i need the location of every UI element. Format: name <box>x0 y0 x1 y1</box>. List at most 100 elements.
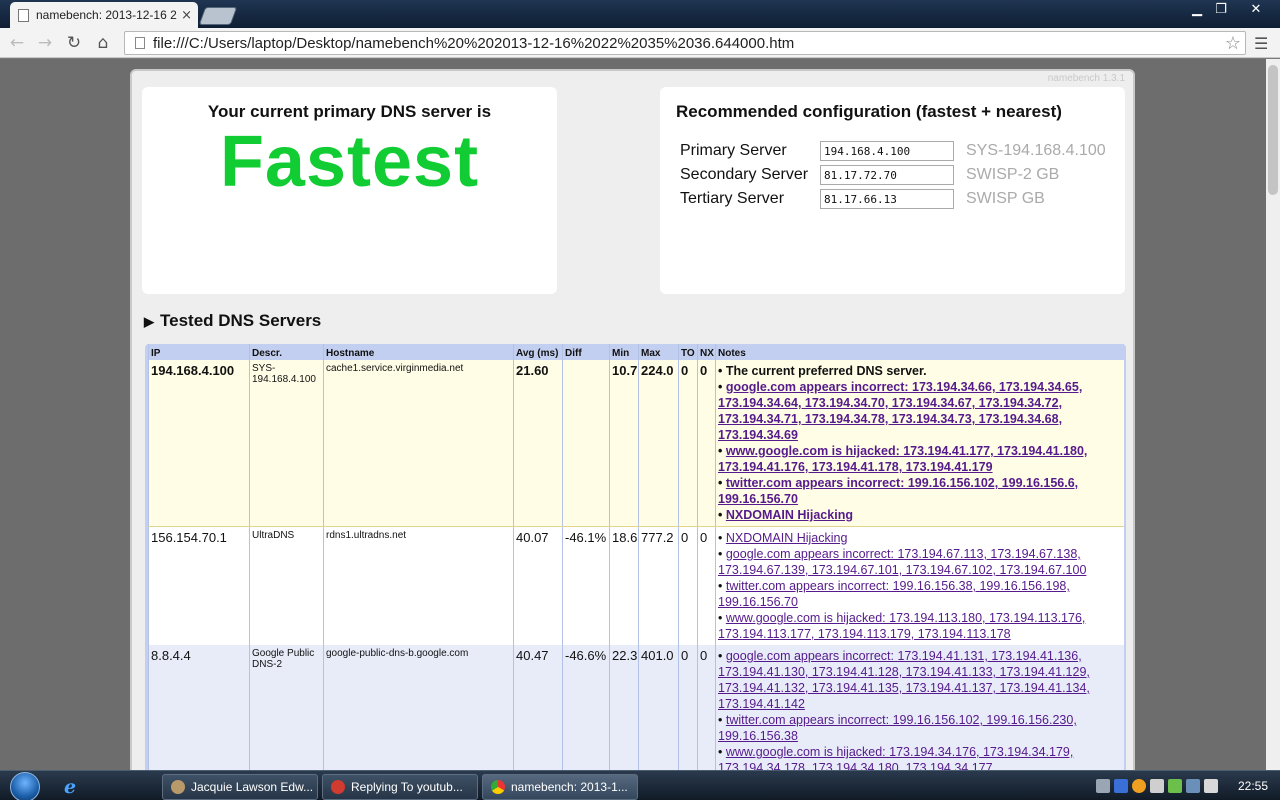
tested-servers-title: Tested DNS Servers <box>160 311 322 330</box>
url-text[interactable]: file:///C:/Users/laptop/Desktop/namebenc… <box>153 35 1225 52</box>
back-arrow-icon[interactable]: ← <box>6 32 28 54</box>
note-link[interactable]: NXDOMAIN Hijacking <box>726 508 853 522</box>
taskbar-item-namebench[interactable]: namebench: 2013-1... <box>482 774 638 800</box>
new-tab-button[interactable] <box>198 7 238 25</box>
cell-hostname: cache1.service.virginmedia.net <box>323 360 514 527</box>
windows-taskbar: e Jacquie Lawson Edw... Replying To yout… <box>0 770 1280 800</box>
header-diff: Diff <box>562 344 610 360</box>
cell-ip: 156.154.70.1 <box>148 526 250 645</box>
home-icon[interactable]: ⌂ <box>92 32 114 54</box>
cell-max: 401.0 <box>638 645 679 770</box>
recommended-config-panel: Recommended configuration (fastest + nea… <box>660 87 1125 294</box>
current-dns-heading: Your current primary DNS server is <box>207 102 492 121</box>
taskbar-item-replying[interactable]: Replying To youtub... <box>322 774 478 800</box>
namebench-report: namebench 1.3.1 Your current primary DNS… <box>130 69 1135 770</box>
cell-avg: 40.47 <box>513 645 563 770</box>
secondary-server-input[interactable] <box>820 165 954 185</box>
note-item: google.com appears incorrect: 173.194.34… <box>718 379 1122 443</box>
tray-bluetooth-icon[interactable] <box>1114 779 1128 793</box>
header-notes: Notes <box>715 344 1124 360</box>
note-item: www.google.com is hijacked: 173.194.113.… <box>718 610 1122 642</box>
scrollbar-thumb[interactable] <box>1268 65 1278 195</box>
cell-min: 18.6 <box>609 526 639 645</box>
close-window-button[interactable]: ✕ <box>1236 0 1276 18</box>
results-table: IP Descr. Hostname Avg (ms) Diff Min Max… <box>148 344 1124 770</box>
tray-network-icon[interactable] <box>1186 779 1200 793</box>
note-link[interactable]: www.google.com is hijacked: 173.194.34.1… <box>718 745 1073 770</box>
cell-avg: 40.07 <box>513 526 563 645</box>
cell-descr: UltraDNS <box>249 526 324 645</box>
tertiary-server-input[interactable] <box>820 189 954 209</box>
app-icon <box>331 780 345 794</box>
table-row: 194.168.4.100 SYS-194.168.4.100 cache1.s… <box>148 360 1124 527</box>
note-link[interactable]: NXDOMAIN Hijacking <box>726 531 848 545</box>
header-ip: IP <box>148 344 250 360</box>
header-nx: NX <box>697 344 716 360</box>
tested-servers-toggle[interactable]: ▶ Tested DNS Servers <box>144 311 321 331</box>
cell-nx: 0 <box>697 526 716 645</box>
start-button[interactable] <box>10 772 40 800</box>
table-header-row: IP Descr. Hostname Avg (ms) Diff Min Max… <box>148 344 1124 360</box>
tray-app-icon[interactable] <box>1132 779 1146 793</box>
internet-explorer-icon[interactable]: e <box>64 776 76 798</box>
header-to: TO <box>678 344 698 360</box>
restore-button[interactable]: ❐ <box>1208 0 1234 18</box>
tray-speaker-icon[interactable] <box>1204 779 1218 793</box>
note-item: twitter.com appears incorrect: 199.16.15… <box>718 475 1122 507</box>
star-icon[interactable]: ☆ <box>1225 33 1241 54</box>
tray-volume-icon[interactable] <box>1150 779 1164 793</box>
browser-toolbar: ← → ↻ ⌂ file:///C:/Users/laptop/Desktop/… <box>0 28 1280 58</box>
cell-ip: 194.168.4.100 <box>148 360 250 527</box>
menu-icon[interactable]: ☰ <box>1254 34 1268 53</box>
table-row: 8.8.4.4 Google Public DNS-2 google-publi… <box>148 645 1124 770</box>
tertiary-server-row: Tertiary Server SWISP GB <box>680 188 1045 210</box>
browser-tab[interactable]: namebench: 2013-12-16 2 × <box>10 2 198 28</box>
primary-server-label: Primary Server <box>680 142 787 159</box>
version-label: namebench 1.3.1 <box>1047 73 1125 84</box>
note-item: NXDOMAIN Hijacking <box>718 530 1122 546</box>
cell-descr: Google Public DNS-2 <box>249 645 324 770</box>
system-tray <box>1096 776 1218 796</box>
taskbar-clock[interactable]: 22:55 <box>1238 779 1268 793</box>
minimize-button[interactable]: ▁ <box>1184 0 1210 18</box>
note-link[interactable]: www.google.com is hijacked: 173.194.41.1… <box>718 444 1087 474</box>
note-link[interactable]: twitter.com appears incorrect: 199.16.15… <box>718 476 1078 506</box>
address-bar[interactable]: file:///C:/Users/laptop/Desktop/namebenc… <box>124 31 1246 55</box>
header-min: Min <box>609 344 639 360</box>
taskbar-item-jacquie-lawson[interactable]: Jacquie Lawson Edw... <box>162 774 318 800</box>
current-dns-panel: Your current primary DNS server is Faste… <box>142 87 557 294</box>
note-link[interactable]: google.com appears incorrect: 173.194.34… <box>718 380 1082 442</box>
cell-to: 0 <box>678 526 698 645</box>
header-max: Max <box>638 344 679 360</box>
cell-avg: 21.60 <box>513 360 563 527</box>
note-link[interactable]: google.com appears incorrect: 173.194.67… <box>718 547 1086 577</box>
note-link[interactable]: google.com appears incorrect: 173.194.41… <box>718 649 1090 711</box>
current-dns-verdict: Fastest <box>219 122 480 202</box>
note-link[interactable]: www.google.com is hijacked: 173.194.113.… <box>718 611 1085 641</box>
note-link[interactable]: twitter.com appears incorrect: 199.16.15… <box>718 713 1077 743</box>
note-item: www.google.com is hijacked: 173.194.41.1… <box>718 443 1122 475</box>
cell-to: 0 <box>678 360 698 527</box>
cell-diff <box>562 360 610 527</box>
cell-hostname: rdns1.ultradns.net <box>323 526 514 645</box>
note-link[interactable]: twitter.com appears incorrect: 199.16.15… <box>718 579 1070 609</box>
tertiary-server-label: Tertiary Server <box>680 190 785 207</box>
tray-battery-icon[interactable] <box>1168 779 1182 793</box>
reload-icon[interactable]: ↻ <box>63 32 85 54</box>
secondary-server-row: Secondary Server SWISP-2 GB <box>680 164 1059 186</box>
note-item: twitter.com appears incorrect: 199.16.15… <box>718 712 1122 744</box>
note-item: The current preferred DNS server. <box>718 363 1122 379</box>
tray-flag-icon[interactable] <box>1096 779 1110 793</box>
cell-nx: 0 <box>697 645 716 770</box>
cell-max: 224.0 <box>638 360 679 527</box>
cell-diff: -46.1% <box>562 526 610 645</box>
note-item: google.com appears incorrect: 173.194.67… <box>718 546 1122 578</box>
vertical-scrollbar[interactable] <box>1266 59 1280 770</box>
cell-nx: 0 <box>697 360 716 527</box>
page-viewport: namebench 1.3.1 Your current primary DNS… <box>0 59 1266 770</box>
primary-server-input[interactable] <box>820 141 954 161</box>
forward-arrow-icon[interactable]: → <box>34 32 56 54</box>
note-item: NXDOMAIN Hijacking <box>718 507 1122 523</box>
chrome-icon <box>491 780 505 794</box>
tab-close-icon[interactable]: × <box>181 8 192 23</box>
